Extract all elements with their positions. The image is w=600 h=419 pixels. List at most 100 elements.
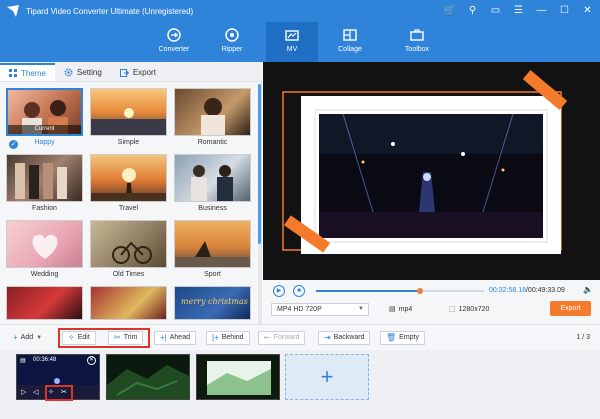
menu-icon[interactable]: ☰ bbox=[512, 4, 525, 17]
theme-wedding[interactable]: Wedding bbox=[6, 220, 83, 286]
resolution-icon: ⬚ bbox=[449, 306, 456, 313]
theme-thumbnail bbox=[90, 154, 167, 202]
volume-icon[interactable]: ◁ bbox=[33, 388, 38, 396]
christmas-text: merry christmas bbox=[181, 297, 248, 306]
thumbnail-image bbox=[201, 98, 225, 135]
timeline-handle[interactable] bbox=[417, 288, 424, 294]
gear-icon bbox=[64, 67, 73, 77]
theme-label: Simple bbox=[117, 139, 140, 146]
nav-converter[interactable]: Converter bbox=[148, 22, 200, 62]
theme-thumbnail bbox=[174, 88, 251, 136]
key-icon[interactable]: ⚲ bbox=[466, 4, 479, 17]
ahead-button[interactable]: +| Ahead bbox=[154, 331, 196, 345]
clip-strip: ▤ 00:36:48 ✕ ▷ ◁ ✧ ✂ + bbox=[0, 350, 600, 419]
nav-collage[interactable]: Collage bbox=[324, 22, 376, 62]
add-clip-button[interactable]: + bbox=[285, 354, 369, 400]
ahead-icon: +| bbox=[160, 333, 167, 342]
tab-setting[interactable]: Setting bbox=[55, 63, 111, 81]
preview-frame bbox=[263, 62, 600, 280]
theme-travel[interactable]: Travel bbox=[90, 154, 167, 220]
theme-thumbnail bbox=[6, 220, 83, 268]
thumbnail-image bbox=[191, 165, 233, 201]
theme-label: Wedding bbox=[30, 271, 59, 278]
play-button[interactable]: ▶ bbox=[273, 285, 285, 297]
timeline-progress bbox=[316, 290, 421, 292]
theme-sport[interactable]: Sport bbox=[174, 220, 251, 286]
theme-thumbnail bbox=[90, 286, 167, 320]
theme-scrollbar[interactable] bbox=[258, 84, 261, 324]
maximize-icon[interactable]: ☐ bbox=[558, 4, 571, 17]
minimize-icon[interactable]: — bbox=[535, 4, 548, 17]
toolbox-icon bbox=[410, 29, 424, 41]
behind-button[interactable]: |+ Behind bbox=[206, 331, 250, 345]
cart-icon[interactable]: 🛒 bbox=[443, 4, 456, 17]
volume-icon[interactable]: 🔈 bbox=[583, 285, 593, 294]
page-count: 1 / 3 bbox=[576, 334, 590, 341]
theme-label: Travel bbox=[118, 205, 139, 212]
scrollbar-thumb[interactable] bbox=[258, 84, 261, 244]
export-icon bbox=[119, 68, 129, 77]
behind-icon: |+ bbox=[212, 333, 219, 342]
theme-business[interactable]: Business bbox=[174, 154, 251, 220]
backward-button[interactable]: ⇥ Backward bbox=[318, 331, 371, 345]
clip-duration: 00:36:48 bbox=[33, 357, 57, 363]
main-nav: Converter Ripper MV Collage Toolbox bbox=[0, 22, 600, 62]
theme-fashion[interactable]: Fashion bbox=[6, 154, 83, 220]
theme-label: Fashion bbox=[32, 205, 57, 212]
clip-item[interactable] bbox=[196, 354, 280, 400]
play-icon[interactable]: ▷ bbox=[21, 388, 26, 396]
clip-toolbar: + Add ▼ ✧ Edit ✂ Trim +| Ahead |+ Behind… bbox=[0, 324, 600, 350]
chevron-down-icon: ▼ bbox=[358, 306, 364, 312]
theme-thumbnail bbox=[6, 286, 83, 320]
video-preview bbox=[263, 62, 600, 280]
format-select[interactable]: MP4 HD 720P ▼ bbox=[271, 303, 369, 316]
panel-tabs: Theme Setting Export bbox=[0, 62, 262, 82]
thumbnail-image bbox=[91, 108, 166, 135]
clip-item[interactable] bbox=[106, 354, 190, 400]
film-icon: ▤ bbox=[20, 358, 26, 364]
tab-theme[interactable]: Theme bbox=[0, 63, 55, 81]
clip-thumbnail bbox=[107, 355, 189, 399]
export-button[interactable]: Export bbox=[550, 301, 591, 316]
theme-thumbnail bbox=[174, 154, 251, 202]
stop-button[interactable]: ■ bbox=[293, 285, 305, 297]
nav-ripper[interactable]: Ripper bbox=[206, 22, 258, 62]
theme-old-times[interactable]: Old Times bbox=[90, 220, 167, 286]
thumbnail-image bbox=[15, 163, 67, 199]
selected-check-icon: ✓ bbox=[9, 140, 18, 149]
thumbnail-image bbox=[112, 241, 152, 264]
timeline-slider[interactable] bbox=[316, 288, 484, 294]
nav-toolbox[interactable]: Toolbox bbox=[391, 22, 443, 62]
converter-icon bbox=[167, 28, 181, 42]
theme-thumbnail: merry christmas bbox=[174, 286, 251, 320]
theme-label: Old Times bbox=[112, 271, 145, 278]
tab-export[interactable]: Export bbox=[111, 63, 165, 81]
theme-thumbnail bbox=[6, 154, 83, 202]
empty-button[interactable]: 🗑 Empty bbox=[380, 331, 425, 345]
highlight-box bbox=[58, 328, 150, 348]
window-controls: 🛒 ⚲ ▭ ☰ — ☐ ✕ bbox=[443, 4, 594, 17]
clip-thumbnail bbox=[197, 355, 279, 399]
nav-mv[interactable]: MV bbox=[266, 22, 318, 62]
trash-icon: 🗑 bbox=[386, 333, 397, 342]
close-icon[interactable]: ✕ bbox=[581, 4, 594, 17]
theme-happy[interactable]: Current ✓ Happy bbox=[6, 88, 83, 154]
theme-panel: Theme Setting Export Current ✓ Happy Sim… bbox=[0, 62, 262, 324]
thumbnail-image bbox=[175, 241, 250, 267]
chat-icon[interactable]: ▭ bbox=[489, 4, 502, 17]
forward-button[interactable]: ⇤ Forward bbox=[258, 331, 306, 345]
add-button[interactable]: + Add ▼ bbox=[8, 331, 47, 345]
theme-label: Business bbox=[198, 205, 227, 212]
forward-icon: ⇤ bbox=[264, 333, 271, 342]
highlight-box bbox=[45, 385, 73, 401]
theme-thumbnail bbox=[90, 88, 167, 136]
theme-romantic[interactable]: Romantic bbox=[174, 88, 251, 154]
remove-clip-icon[interactable]: ✕ bbox=[87, 356, 96, 365]
thumbnail-image bbox=[32, 234, 58, 259]
theme-simple[interactable]: Simple bbox=[90, 88, 167, 154]
theme-label: Sport bbox=[204, 271, 221, 278]
plus-icon: + bbox=[13, 333, 18, 342]
title-bar: Tipard Video Converter Ultimate (Unregis… bbox=[0, 0, 600, 22]
film-icon: ▤ bbox=[389, 306, 396, 313]
time-display: 00:32:58.18/00:49:33.09 bbox=[489, 287, 565, 294]
